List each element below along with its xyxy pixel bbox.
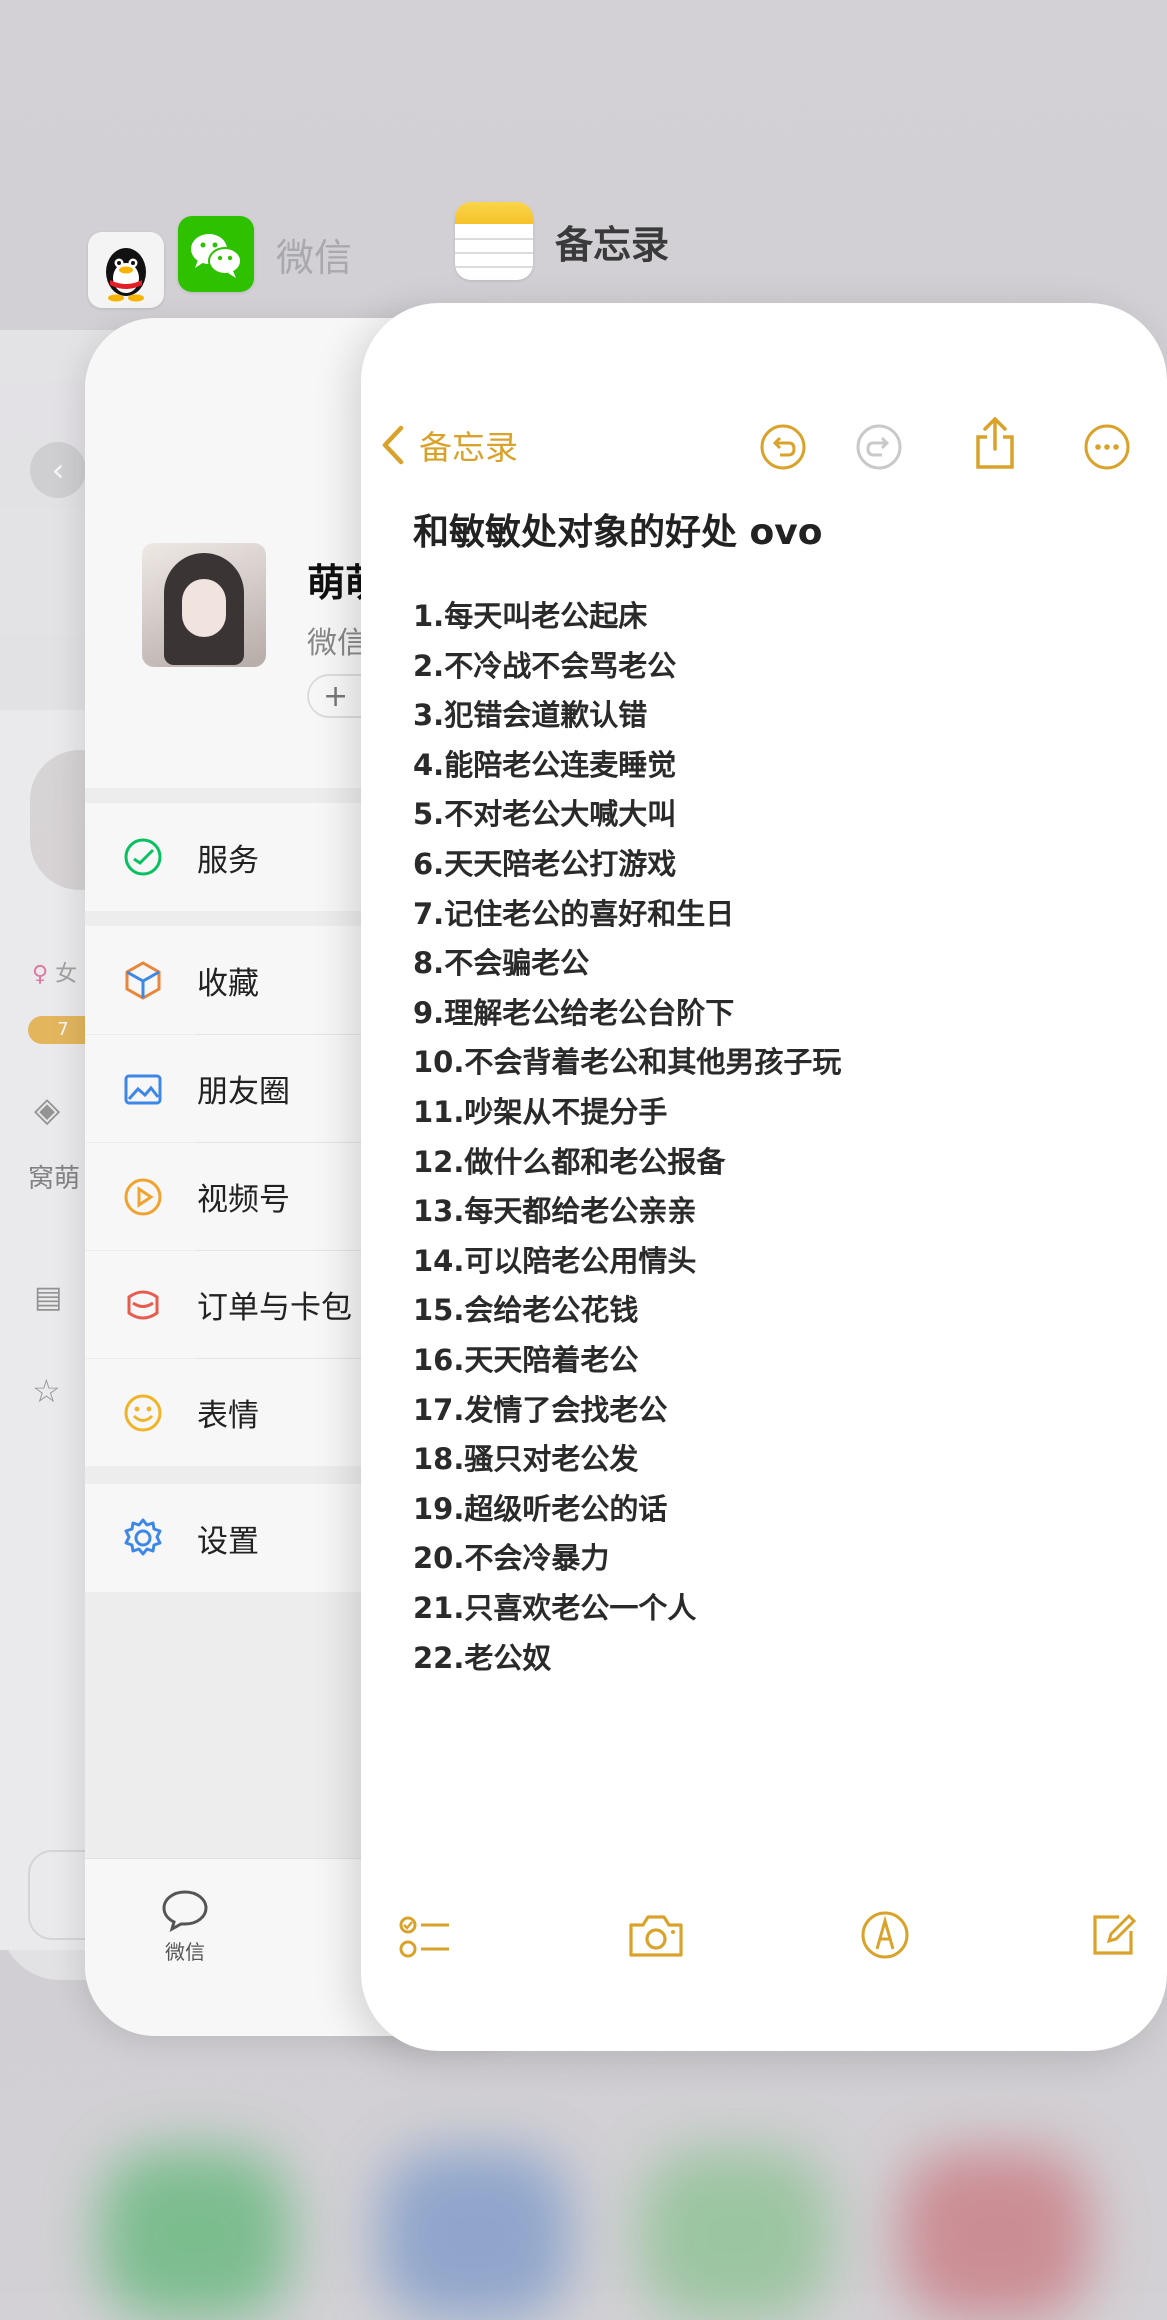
star-icon[interactable]: ☆: [32, 1372, 61, 1410]
document-icon[interactable]: ▤: [34, 1280, 62, 1315]
menu-item-label: 收藏: [197, 965, 259, 1002]
dock-app-icon-blue: [380, 2150, 570, 2320]
stickers-icon: [124, 1394, 162, 1432]
notes-app-card[interactable]: 备忘录 和敏敏处对象的好处 ovo 1.每天叫老公起床 2.不冷战不会骂老公 3.犯…: [361, 303, 1167, 2051]
menu-item-label: 朋友圈: [197, 1074, 290, 1110]
note-line[interactable]: 7.记住老公的喜好和生日: [413, 891, 734, 933]
channels-icon: [124, 1178, 162, 1216]
redo-icon[interactable]: [855, 423, 903, 471]
dock-app-icon-lightgreen: [640, 2150, 830, 2320]
undo-icon[interactable]: [759, 423, 807, 471]
back-button[interactable]: 备忘录: [379, 421, 518, 469]
note-line[interactable]: 21.只喜欢老公一个人: [413, 1585, 696, 1627]
note-line[interactable]: 22.老公奴: [413, 1635, 551, 1677]
gender-badge: ♀ 女: [32, 962, 78, 987]
dock-app-icon-green: [100, 2150, 290, 2320]
chat-bubble-icon: [162, 1890, 208, 1933]
note-line[interactable]: 12.做什么都和老公报备: [413, 1139, 725, 1181]
menu-item-label: 服务: [197, 842, 259, 879]
profile-subtitle: 微信: [307, 626, 367, 661]
notes-app-icon: [455, 202, 533, 280]
chevron-left-icon: ‹: [51, 451, 65, 489]
note-line[interactable]: 1.每天叫老公起床: [413, 593, 647, 635]
services-icon: [124, 838, 162, 876]
note-line[interactable]: 8.不会骗老公: [413, 940, 589, 982]
tab-chats-label: 微信: [165, 1940, 205, 1964]
orders-cards-icon: [127, 1290, 159, 1320]
note-line[interactable]: 18.骚只对老公发: [413, 1436, 638, 1478]
checklist-icon[interactable]: [399, 1913, 451, 1963]
note-line[interactable]: 15.会给老公花钱: [413, 1287, 638, 1329]
note-line[interactable]: 20.不会冷暴力: [413, 1535, 609, 1577]
note-line[interactable]: 14.可以陪老公用情头: [413, 1238, 696, 1280]
wechat-app-name: 微信: [276, 235, 353, 280]
favorites-icon: [125, 961, 161, 1000]
menu-item-label: 设置: [197, 1523, 259, 1560]
notes-app-chip[interactable]: 备忘录: [455, 202, 669, 280]
note-line[interactable]: 2.不冷战不会骂老公: [413, 643, 676, 685]
diamond-icon: ◈: [34, 1090, 61, 1130]
notes-app-name: 备忘录: [555, 222, 670, 267]
qq-name-fragment: 窝萌: [28, 1164, 81, 1194]
note-title[interactable]: 和敏敏处对象的好处 ovo: [413, 503, 822, 555]
qq-app-chip[interactable]: [88, 232, 164, 308]
dock-app-icon-red: [900, 2150, 1090, 2320]
tab-chats[interactable]: 微信: [145, 1888, 225, 1965]
share-icon[interactable]: [973, 415, 1017, 471]
menu-item-label: 订单与卡包: [197, 1290, 352, 1326]
note-line[interactable]: 19.超级听老公的话: [413, 1486, 667, 1528]
note-line[interactable]: 10.不会背着老公和其他男孩子玩: [413, 1039, 841, 1081]
wechat-app-chip[interactable]: 微信: [178, 216, 352, 292]
note-line[interactable]: 13.每天都给老公亲亲: [413, 1188, 696, 1230]
note-line[interactable]: 17.发情了会找老公: [413, 1387, 667, 1429]
qq-back-button[interactable]: ‹: [30, 442, 86, 498]
note-line[interactable]: 9.理解老公给老公台阶下: [413, 990, 734, 1032]
qq-app-icon: [88, 232, 164, 308]
note-line[interactable]: 6.天天陪老公打游戏: [413, 841, 676, 883]
compose-icon[interactable]: [1087, 1909, 1139, 1961]
moments-icon: [124, 1074, 162, 1105]
camera-icon[interactable]: [627, 1911, 685, 1961]
menu-item-label: 表情: [197, 1398, 259, 1434]
note-line[interactable]: 16.天天陪着老公: [413, 1337, 638, 1379]
chevron-left-icon: [382, 425, 404, 465]
more-icon[interactable]: [1083, 423, 1131, 471]
avatar[interactable]: [142, 543, 266, 667]
note-line[interactable]: 11.吵架从不提分手: [413, 1089, 667, 1131]
menu-item-label: 视频号: [197, 1182, 290, 1218]
settings-icon: [124, 1518, 162, 1556]
note-line[interactable]: 5.不对老公大喊大叫: [413, 791, 676, 833]
back-label: 备忘录: [419, 428, 518, 467]
markup-pen-icon[interactable]: [859, 1909, 911, 1961]
wechat-app-icon: [178, 216, 254, 292]
note-line[interactable]: 4.能陪老公连麦睡觉: [413, 742, 676, 784]
note-line[interactable]: 3.犯错会道歉认错: [413, 692, 647, 734]
